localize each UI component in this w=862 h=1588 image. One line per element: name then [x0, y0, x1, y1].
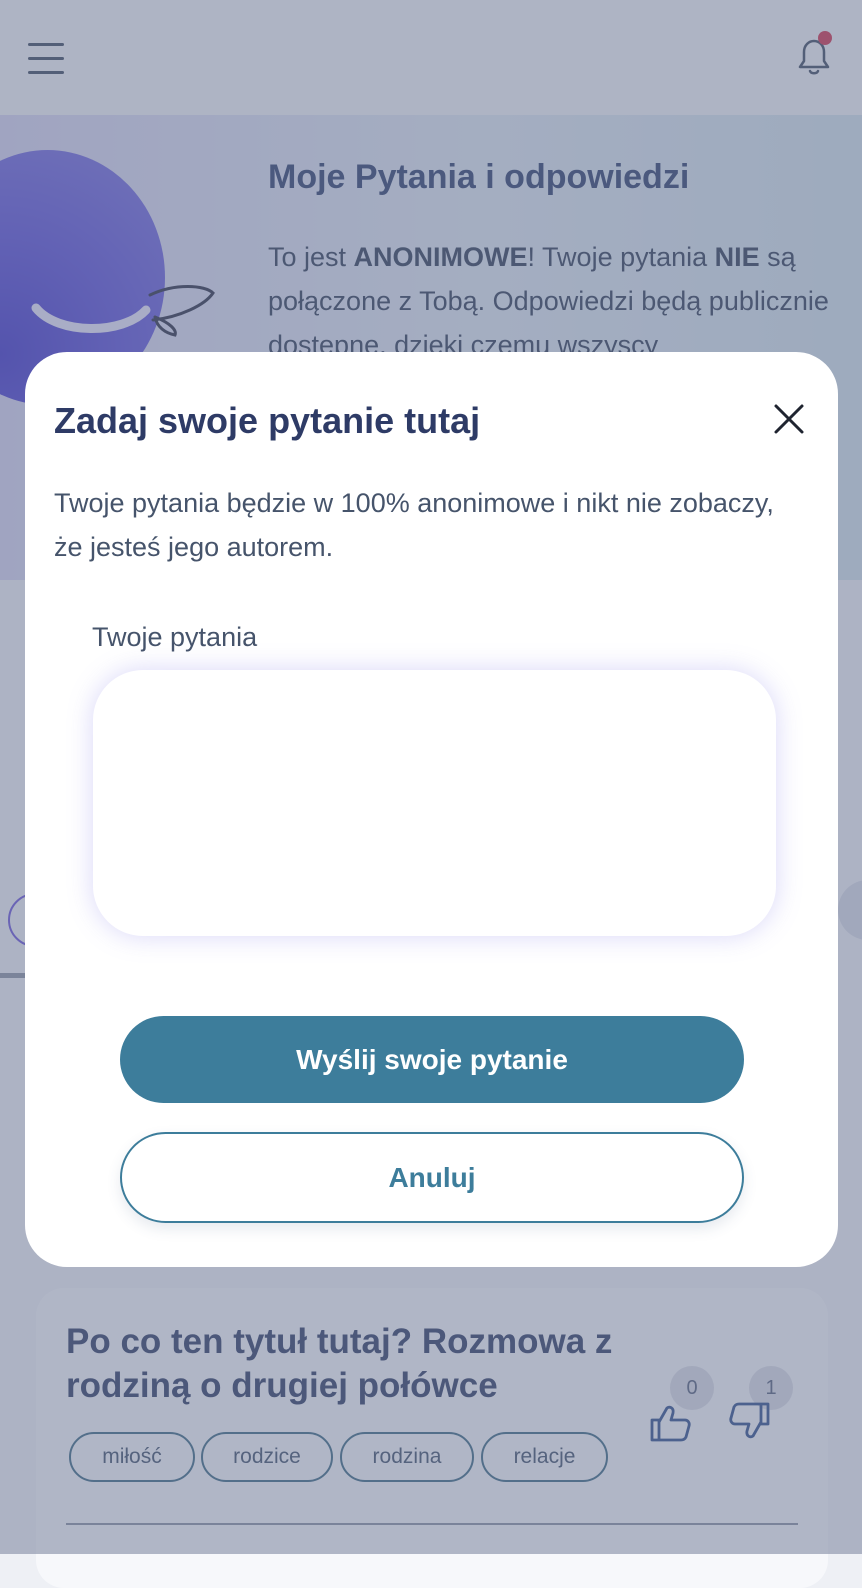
modal-description: Twoje pytania będzie w 100% anonimowe i …: [54, 488, 774, 562]
submit-question-button[interactable]: Wyślij swoje pytanie: [120, 1016, 744, 1103]
modal-title: Zadaj swoje pytanie tutaj: [54, 400, 481, 441]
cancel-button[interactable]: Anuluj: [120, 1132, 744, 1223]
close-icon[interactable]: [770, 400, 808, 438]
question-input[interactable]: [93, 670, 776, 936]
question-field-label: Twoje pytania: [92, 622, 258, 652]
